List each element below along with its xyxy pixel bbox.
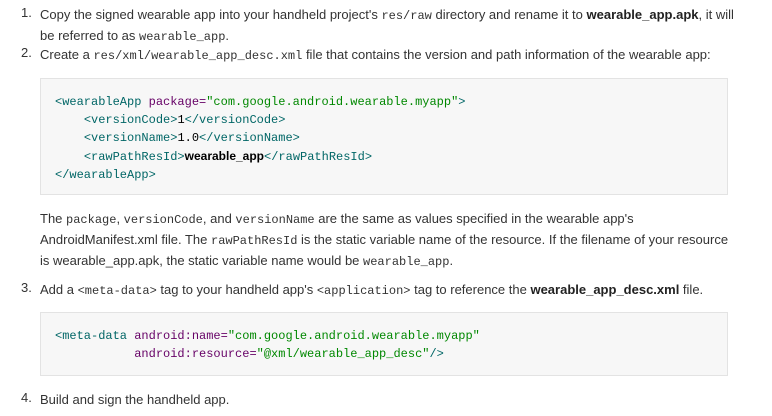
document: 1. Copy the signed wearable app into you… [0,0,772,416]
step-text: Add a <meta-data> tag to your handheld a… [40,282,704,298]
inline-code: <application> [316,284,411,298]
code-block-wearable-desc: <wearableApp package="com.google.android… [40,78,728,195]
code-block-meta-data: <meta-data android:name="com.google.andr… [40,312,728,376]
step-text: Create a res/xml/wearable_app_desc.xml f… [40,47,711,63]
inline-code: <meta-data> [77,284,157,298]
bold-text: wearable_app.apk [586,7,699,22]
step-number: 3. [21,280,32,295]
step-number: 1. [21,5,32,20]
inline-code: res/xml/wearable_app_desc.xml [93,49,303,63]
step-text: Build and sign the handheld app. [40,392,230,407]
inline-code: wearable_app [139,30,226,44]
step-text: Copy the signed wearable app into your h… [40,7,734,44]
step-number: 2. [21,45,32,60]
bold-text: wearable_app_desc.xml [530,282,680,297]
inline-code: res/raw [381,9,432,23]
step-2-explanation: The package, versionCode, and versionNam… [40,211,729,269]
step-number: 4. [21,390,32,405]
